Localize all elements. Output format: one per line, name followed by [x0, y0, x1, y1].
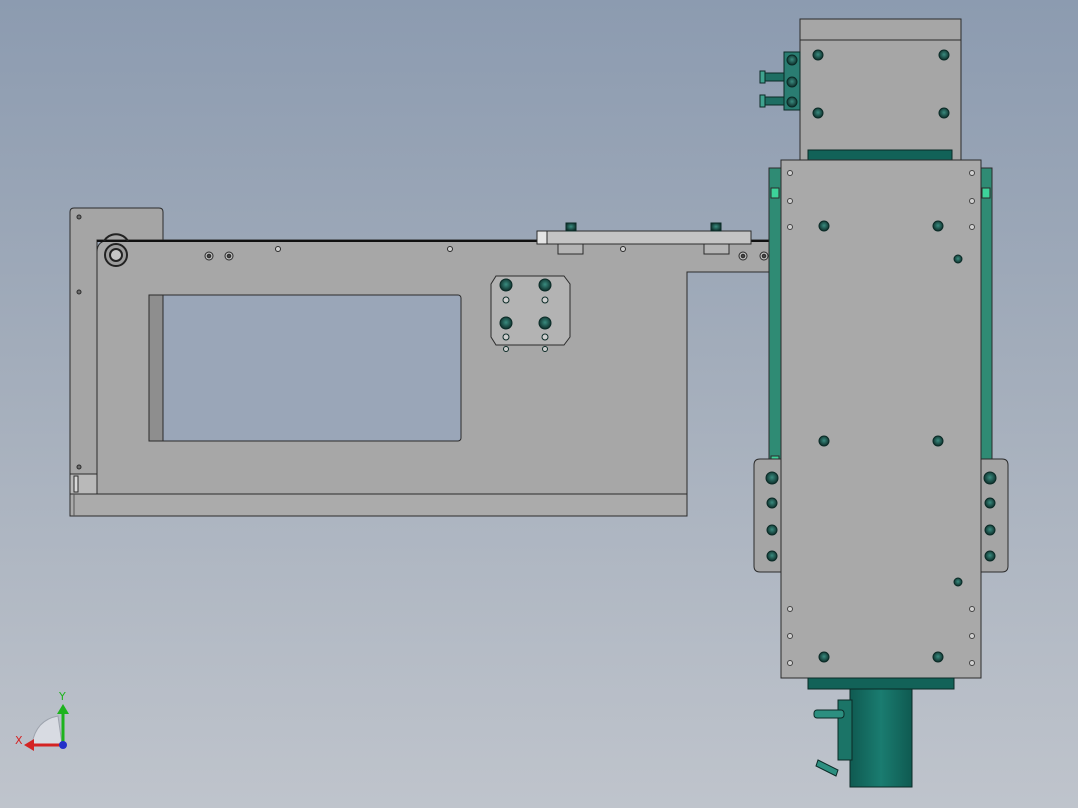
guide-rail — [536, 230, 752, 245]
hole — [76, 464, 82, 470]
x-axis-arrowhead — [24, 739, 34, 751]
cad-viewport[interactable]: Y X — [0, 0, 1078, 808]
y-axis-arrowhead — [57, 704, 69, 714]
carriage-plate — [780, 159, 982, 679]
x-axis-label: X — [15, 734, 23, 747]
triad-plane — [31, 715, 63, 745]
z-axis-dot — [59, 741, 67, 749]
y-axis-label: Y — [58, 690, 66, 703]
servo-motor — [849, 688, 913, 788]
hole — [76, 214, 82, 220]
hole — [76, 289, 82, 295]
right-rail — [979, 167, 993, 465]
vertical-axis-module[interactable] — [753, 18, 1009, 788]
rail-bolts — [565, 222, 722, 232]
pneumatic-fittings — [759, 51, 801, 111]
left-rail — [768, 167, 782, 465]
base-strip — [69, 493, 688, 517]
orientation-triad[interactable]: Y X — [15, 690, 69, 751]
arm-assembly[interactable] — [69, 207, 779, 517]
window-cutout — [148, 294, 462, 442]
